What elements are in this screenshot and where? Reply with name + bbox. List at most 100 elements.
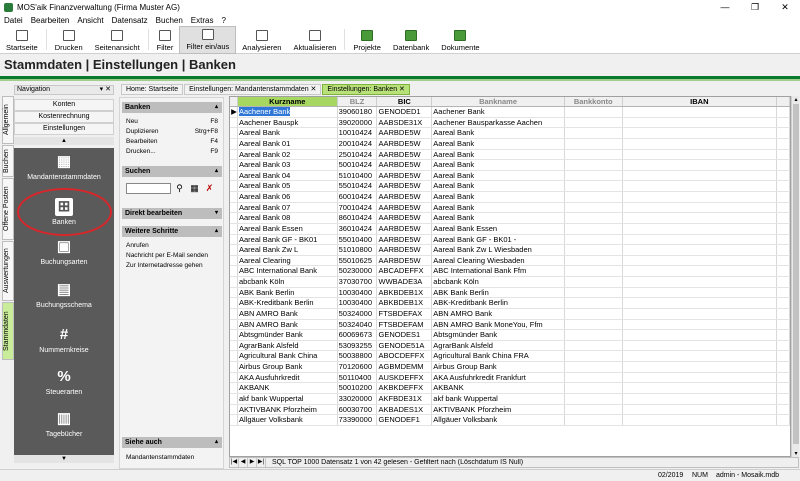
prev-record-button[interactable]: ◀ <box>239 458 248 467</box>
cell-kurzname[interactable]: AgrarBank Alsfeld <box>238 340 338 351</box>
cell-bankname[interactable]: Aareal Bank GF - BK01 - <box>432 234 565 245</box>
cell-blz[interactable]: 39060180 <box>338 107 378 117</box>
collapse-icon[interactable]: ▴ <box>215 437 218 448</box>
filter-search-icon[interactable]: ▦ <box>189 183 200 194</box>
cell-extra[interactable] <box>777 202 790 213</box>
cell-bic[interactable]: ABKBDEB1X <box>377 298 433 308</box>
scrollbar-thumb[interactable] <box>793 104 799 444</box>
cell-bankkonto[interactable] <box>565 298 623 308</box>
datenbank-button[interactable]: Datenbank <box>387 26 435 54</box>
cell-bic[interactable]: AARBDE5W <box>377 245 433 255</box>
menu-datensatz[interactable]: Datensatz <box>112 16 148 25</box>
menu-extras[interactable]: Extras <box>191 16 214 25</box>
table-row[interactable]: Aareal Bank 08 86010424 AARBDE5W Aareal Ban… <box>230 213 790 224</box>
row-selector[interactable] <box>230 330 238 340</box>
action-drucken[interactable]: Drucken... F9 <box>126 147 222 156</box>
cell-kurzname[interactable]: Aareal Bank 03 <box>238 160 338 170</box>
cell-bankkonto[interactable] <box>565 160 623 170</box>
menu-help[interactable]: ? <box>221 16 225 25</box>
cell-bankname[interactable]: ABK-Kreditbank Berlin <box>432 298 565 308</box>
table-row[interactable]: abcbank Köln 37030700 WWBADE3A abcbank Köln <box>230 277 790 288</box>
cell-kurzname[interactable]: ABK Bank Berlin <box>238 287 338 298</box>
cell-kurzname[interactable]: ABN AMRO Bank <box>238 319 338 330</box>
cell-extra[interactable] <box>777 319 790 330</box>
cell-iban[interactable] <box>623 372 778 383</box>
cell-blz[interactable]: 55010424 <box>338 181 378 191</box>
cell-bankname[interactable]: AKTIVBANK Pforzheim <box>432 404 565 415</box>
cell-kurzname[interactable]: Aareal Bank <box>238 128 338 138</box>
cell-extra[interactable] <box>777 362 790 372</box>
cell-bankname[interactable]: abcbank Köln <box>432 277 565 287</box>
cell-bic[interactable]: AUSKDEFFX <box>377 372 433 383</box>
cell-extra[interactable] <box>777 415 790 425</box>
row-selector[interactable] <box>230 362 238 372</box>
table-row[interactable]: Aareal Bank 02 25010424 AARBDE5W Aareal Ban… <box>230 149 790 161</box>
projekte-button[interactable]: Projekte <box>347 26 387 54</box>
row-selector[interactable] <box>230 128 238 138</box>
cell-extra[interactable] <box>777 372 790 383</box>
table-row[interactable]: ABN AMRO Bank 50324040 FTSBDEFAM ABN AMRO B… <box>230 319 790 331</box>
vtab-stammdaten[interactable]: Stammdaten <box>2 302 14 360</box>
cell-extra[interactable] <box>777 393 790 404</box>
cell-blz[interactable]: 51010800 <box>338 245 378 255</box>
row-selector[interactable] <box>230 308 238 319</box>
cell-iban[interactable] <box>623 393 778 404</box>
menu-bearbeiten[interactable]: Bearbeiten <box>31 16 70 25</box>
cell-kurzname[interactable]: Airbus Group Bank <box>238 362 338 372</box>
cell-kurzname[interactable]: Aareal Bank 05 <box>238 181 338 191</box>
cell-extra[interactable] <box>777 330 790 340</box>
row-selector[interactable] <box>230 340 238 351</box>
table-row[interactable]: ABN AMRO Bank 50324000 FTSBDEFAX ABN AMRO B… <box>230 308 790 320</box>
cell-bic[interactable]: AARBDE5W <box>377 181 433 191</box>
cell-bankname[interactable]: ABC International Bank Ffm <box>432 266 565 276</box>
cell-bankkonto[interactable] <box>565 415 623 425</box>
cell-bankname[interactable]: akf bank Wuppertal <box>432 393 565 404</box>
cell-blz[interactable]: 33020000 <box>338 393 378 404</box>
pin-close-icon[interactable]: ▾ ✕ <box>100 86 111 94</box>
tab-banken[interactable]: Einstellungen: Banken ✕ <box>322 84 410 95</box>
row-selector[interactable] <box>230 138 238 149</box>
nav-item-nummernkreise[interactable]: # Nummernkreise <box>14 326 114 354</box>
cell-blz[interactable]: 53093255 <box>338 340 378 351</box>
cell-bic[interactable]: AARBDE5W <box>377 192 433 202</box>
cell-extra[interactable] <box>777 223 790 234</box>
cell-iban[interactable] <box>623 245 778 255</box>
nav-scroll-down[interactable]: ▼ <box>14 455 114 463</box>
cell-bankname[interactable]: Aareal Bank <box>432 128 565 138</box>
nav-item-buchungsschema[interactable]: ▤ Buchungsschema <box>14 281 114 309</box>
table-row[interactable]: Aareal Bank 05 55010424 AARBDE5W Aareal Ban… <box>230 181 790 192</box>
cell-bic[interactable]: ABOCDEFFX <box>377 351 433 361</box>
cell-extra[interactable] <box>777 287 790 298</box>
cell-bic[interactable]: FTSBDEFAM <box>377 319 433 330</box>
row-selector[interactable] <box>230 234 238 245</box>
nav-item-steuerarten[interactable]: % Steuerarten <box>14 368 114 396</box>
cell-bankkonto[interactable] <box>565 170 623 181</box>
first-record-button[interactable]: |◀ <box>230 458 239 467</box>
cell-iban[interactable] <box>623 351 778 361</box>
cell-bankkonto[interactable] <box>565 266 623 276</box>
table-row[interactable]: AKTIVBANK Pforzheim 60030700 AKBADES1X AKTI… <box>230 404 790 416</box>
row-selector[interactable] <box>230 245 238 255</box>
table-scrollbar[interactable]: ▴ ▾ <box>791 96 799 457</box>
table-row[interactable]: Aareal Bank Zw L 51010800 AARBDE5W Aareal B… <box>230 245 790 256</box>
cell-bankname[interactable]: Aareal Bank <box>432 181 565 191</box>
vtab-buchen[interactable]: Buchen <box>2 145 14 177</box>
tab-startseite[interactable]: Home: Startseite <box>121 84 184 95</box>
cell-bic[interactable]: AARBDE5W <box>377 128 433 138</box>
cell-bankname[interactable]: Aareal Bank <box>432 138 565 149</box>
cell-kurzname[interactable]: Allgäuer Volksbank <box>238 415 338 425</box>
cell-kurzname[interactable]: Aareal Bank 04 <box>238 170 338 181</box>
column-bic[interactable]: BIC <box>377 97 433 106</box>
minimize-button[interactable]: — <box>710 2 740 13</box>
cell-bankname[interactable]: Allgäuer Volksbank <box>432 415 565 425</box>
cell-extra[interactable] <box>777 107 790 117</box>
cell-iban[interactable] <box>623 287 778 298</box>
siehe-auch-header[interactable]: Siehe auch ▴ <box>122 437 222 448</box>
cell-bankkonto[interactable] <box>565 117 623 128</box>
cell-bankkonto[interactable] <box>565 330 623 340</box>
cell-bankkonto[interactable] <box>565 404 623 415</box>
cell-iban[interactable] <box>623 234 778 245</box>
row-selector[interactable] <box>230 372 238 383</box>
cell-bankname[interactable]: Aachener Bausparkasse Aachen <box>432 117 565 128</box>
expand-icon[interactable]: ▾ <box>215 208 218 219</box>
